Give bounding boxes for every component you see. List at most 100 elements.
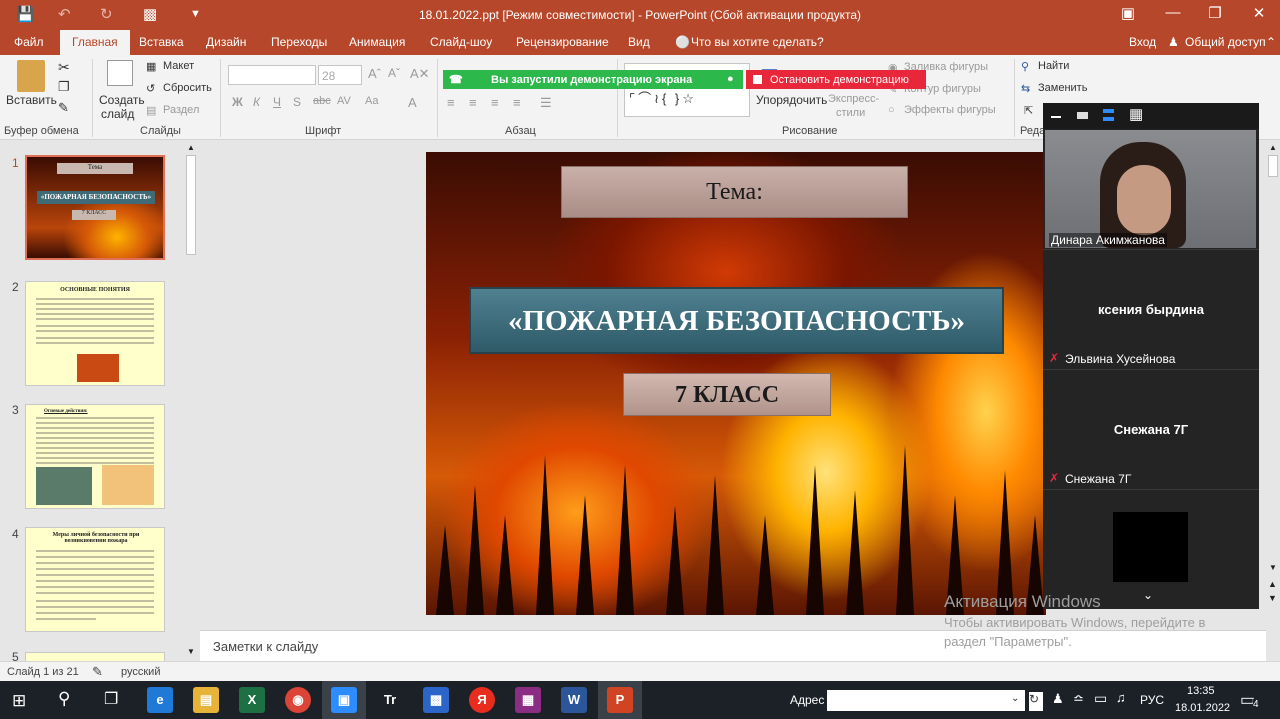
cut-icon[interactable]: ✂ <box>58 59 70 76</box>
slide-title[interactable]: «ПОЖАРНАЯ БЕЗОПАСНОСТЬ» <box>469 287 1004 354</box>
copy-icon[interactable]: ❐ <box>58 79 70 95</box>
columns-icon[interactable]: ☰ <box>540 95 552 111</box>
share-button[interactable]: Общий доступ <box>1185 35 1266 49</box>
prev-slide-icon[interactable]: ▲ <box>1268 579 1277 589</box>
shape-effects-button[interactable]: Эффекты фигуры <box>904 104 996 116</box>
case-icon[interactable]: Aa <box>365 95 378 107</box>
slide-theme-label[interactable]: Тема: <box>561 166 908 218</box>
slide-scrollbar[interactable]: ▲ ▼ ▲ ▼ <box>1266 141 1280 606</box>
collapse-icon[interactable]: ⌃ <box>1266 35 1276 49</box>
replace-icon[interactable]: ⇆ <box>1021 82 1030 95</box>
wifi-icon[interactable]: ≏ <box>1073 691 1084 707</box>
tab-design[interactable]: Дизайн <box>206 35 246 49</box>
thumbnail-slide-1[interactable]: Тема «ПОЖАРНАЯ БЕЗОПАСНОСТЬ» 7 КЛАСС <box>25 155 165 260</box>
tab-home[interactable]: Главная <box>60 30 130 55</box>
video-tile-dark[interactable] <box>1113 512 1188 582</box>
bold-icon[interactable]: Ж <box>232 95 243 109</box>
layout-icon[interactable]: ▦ <box>146 60 156 73</box>
address-dropdown-icon[interactable]: ⌄ <box>1011 693 1019 704</box>
layout-button[interactable]: Макет <box>163 60 194 72</box>
scroll-up-icon[interactable]: ▲ <box>1269 143 1277 152</box>
italic-icon[interactable]: К <box>253 95 260 109</box>
people-icon[interactable]: ♟ <box>1052 691 1064 707</box>
underline-icon[interactable]: Ч <box>273 95 281 109</box>
tab-view[interactable]: Вид <box>628 35 650 49</box>
font-name-field[interactable] <box>228 65 316 85</box>
clear-format-icon[interactable]: A✕ <box>410 66 430 82</box>
zoom-icon[interactable]: ▣ <box>331 687 357 713</box>
close-icon[interactable]: ✕ <box>1244 4 1274 22</box>
section-button[interactable]: Раздел <box>163 104 199 116</box>
font-size-field[interactable]: 28 <box>318 65 362 85</box>
quick-styles-button[interactable]: Экспресс- <box>828 93 879 105</box>
yandex-icon[interactable]: Я <box>469 687 495 713</box>
clock-date[interactable]: 18.01.2022 <box>1175 702 1230 714</box>
slide-canvas[interactable]: Тема: «ПОЖАРНАЯ БЕЗОПАСНОСТЬ» 7 КЛАСС <box>426 152 1046 615</box>
thumbnail-view-icon[interactable] <box>1077 112 1088 119</box>
shadow-icon[interactable]: S <box>293 95 301 109</box>
powerpoint-icon[interactable]: P <box>607 687 633 713</box>
pin-icon[interactable]: ☎ <box>449 73 463 86</box>
tab-transitions[interactable]: Переходы <box>271 35 327 49</box>
justify-icon[interactable]: ≡ <box>513 95 521 110</box>
new-slide-icon[interactable] <box>107 60 133 86</box>
shape-effects-icon[interactable]: ○ <box>888 104 895 116</box>
scroll-thumb[interactable] <box>186 155 196 255</box>
scroll-down-icon[interactable]: ▼ <box>1269 563 1277 572</box>
tab-slideshow[interactable]: Слайд-шоу <box>430 35 492 49</box>
stop-share-button[interactable]: Остановить демонстрацию <box>746 70 926 89</box>
thumbnail-slide-2[interactable]: ОСНОВНЫЕ ПОНЯТИЯ <box>25 281 165 386</box>
ribbon-display-icon[interactable]: ▣ <box>1113 4 1143 22</box>
speaker-view-icon[interactable] <box>1103 109 1114 121</box>
task-view-icon[interactable]: ❐ <box>104 689 118 709</box>
spacing-icon[interactable]: AV <box>337 95 351 107</box>
tab-file[interactable]: Файл <box>14 35 44 49</box>
reset-icon[interactable]: ↺ <box>146 82 155 95</box>
input-language[interactable]: РУС <box>1140 693 1164 707</box>
winrar-icon[interactable]: ▦ <box>515 687 541 713</box>
file-explorer-icon[interactable]: ▤ <box>193 687 219 713</box>
signin-link[interactable]: Вход <box>1129 35 1156 49</box>
paste-icon[interactable] <box>17 60 45 92</box>
chrome-icon[interactable]: ◉ <box>285 687 311 713</box>
find-icon[interactable]: ⚲ <box>1021 60 1029 73</box>
maximize-icon[interactable]: ❐ <box>1200 4 1230 22</box>
notes-pane[interactable]: Заметки к слайду <box>200 630 1266 661</box>
find-button[interactable]: Найти <box>1038 60 1069 72</box>
scroll-up-icon[interactable]: ▲ <box>187 143 195 152</box>
window-app-icon[interactable]: ▩ <box>423 687 449 713</box>
tab-insert[interactable]: Вставка <box>139 35 184 49</box>
section-icon[interactable]: ▤ <box>146 104 156 117</box>
video-tile-dinara[interactable]: Динара Акимжанова <box>1045 130 1256 248</box>
align-left-icon[interactable]: ≡ <box>447 95 455 110</box>
refresh-icon[interactable]: ↻ <box>1029 692 1043 711</box>
grow-font-icon[interactable]: Aˆ <box>368 66 381 81</box>
excel-icon[interactable]: X <box>239 687 265 713</box>
replace-button[interactable]: Заменить <box>1038 82 1087 94</box>
spellcheck-icon[interactable]: ✎ <box>92 664 103 680</box>
font-color-icon[interactable]: A <box>408 95 417 110</box>
new-slide-button[interactable]: Создать <box>99 93 145 107</box>
windows-start-icon[interactable]: ⊞ <box>12 691 26 711</box>
align-center-icon[interactable]: ≡ <box>469 95 477 110</box>
language-indicator[interactable]: русский <box>121 666 160 678</box>
scroll-thumb[interactable] <box>1268 155 1278 177</box>
text-app-icon[interactable]: Tr <box>377 687 403 713</box>
minimize-video-icon[interactable] <box>1051 116 1061 118</box>
thumbnail-slide-5[interactable] <box>25 652 165 661</box>
thumbnail-slide-3[interactable]: Огневые действия: <box>25 404 165 509</box>
select-icon[interactable]: ⇱ <box>1024 104 1033 117</box>
align-right-icon[interactable]: ≡ <box>491 95 499 110</box>
scroll-down-icon[interactable]: ▼ <box>187 647 195 656</box>
tab-animation[interactable]: Анимация <box>349 35 405 49</box>
scroll-down-chevron-icon[interactable]: ⌄ <box>1143 588 1153 602</box>
quick-styles-button-2[interactable]: стили <box>836 107 865 119</box>
clock-time[interactable]: 13:35 <box>1187 685 1215 697</box>
tell-me-input[interactable]: Что вы хотите сделать? <box>691 35 824 49</box>
edge-icon[interactable]: e <box>147 687 173 713</box>
shrink-font-icon[interactable]: Aˇ <box>388 66 400 80</box>
strike-icon[interactable]: abc <box>313 95 331 107</box>
thumbnails-scrollbar[interactable]: ▲ ▼ <box>184 141 198 661</box>
paste-button[interactable]: Вставить <box>6 93 57 107</box>
arrange-button[interactable]: Упорядочить <box>756 93 827 107</box>
